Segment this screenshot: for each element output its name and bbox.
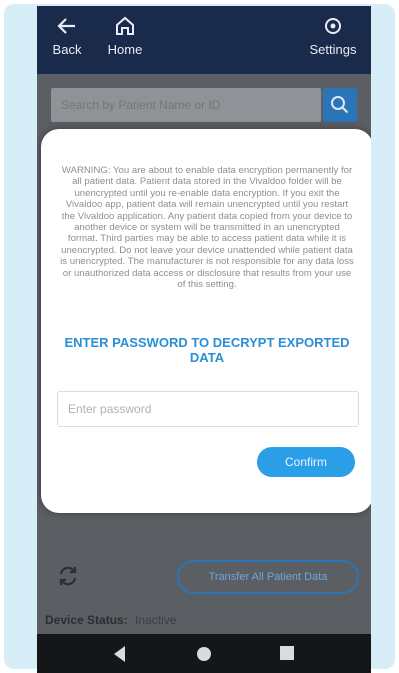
phone-screen: Back Home Settings Transfer All Patien <box>37 6 371 673</box>
warning-text: WARNING: You are about to enable data en… <box>60 165 354 291</box>
confirm-button[interactable]: Confirm <box>257 447 355 477</box>
settings-label: Settings <box>309 42 357 57</box>
settings-button[interactable]: Settings <box>303 14 363 57</box>
decrypt-prompt: ENTER PASSWORD TO DECRYPT EXPORTED DATA <box>64 335 350 365</box>
search-row <box>37 86 371 126</box>
back-button[interactable]: Back <box>37 14 97 57</box>
transfer-all-button[interactable]: Transfer All Patient Data <box>177 560 359 594</box>
search-input[interactable] <box>51 88 321 122</box>
home-icon <box>95 14 155 40</box>
device-status-value: Inactive <box>135 613 177 627</box>
app-bar: Back Home Settings <box>37 6 371 74</box>
arrow-left-icon <box>37 14 97 40</box>
search-icon <box>323 96 357 126</box>
back-label: Back <box>52 42 82 57</box>
device-status-label: Device Status: <box>45 613 128 627</box>
home-button[interactable]: Home <box>95 14 155 57</box>
device-status: Device Status: Inactive <box>45 613 176 627</box>
triangle-back-icon[interactable] <box>111 644 127 669</box>
circle-home-icon[interactable] <box>194 644 214 669</box>
system-nav-bar <box>37 634 371 673</box>
gear-icon <box>303 14 363 40</box>
home-label: Home <box>107 42 143 57</box>
square-recents-icon[interactable] <box>278 644 296 667</box>
decrypt-modal: WARNING: You are about to enable data en… <box>41 129 371 513</box>
background-content: Transfer All Patient Data Device Status:… <box>37 516 371 634</box>
sync-icon[interactable] <box>57 564 79 593</box>
search-button[interactable] <box>323 88 357 122</box>
password-field[interactable] <box>57 391 359 427</box>
